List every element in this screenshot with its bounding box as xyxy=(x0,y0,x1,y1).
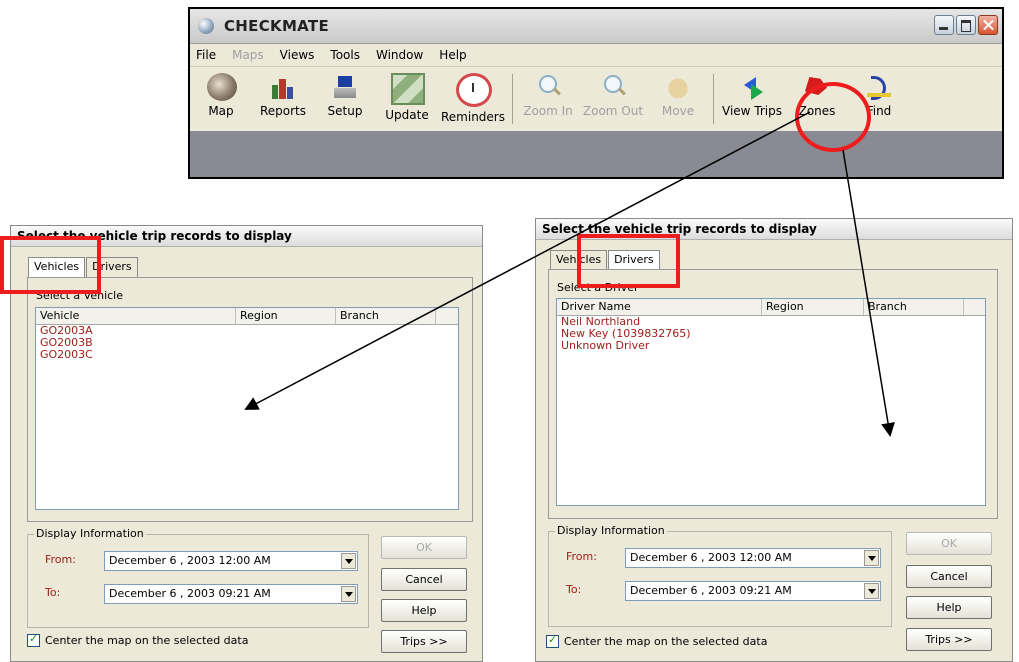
arrow-to-vehicles-dialog xyxy=(244,111,811,410)
arrow-to-drivers-dialog xyxy=(842,149,895,437)
annotation-arrows xyxy=(244,111,895,437)
